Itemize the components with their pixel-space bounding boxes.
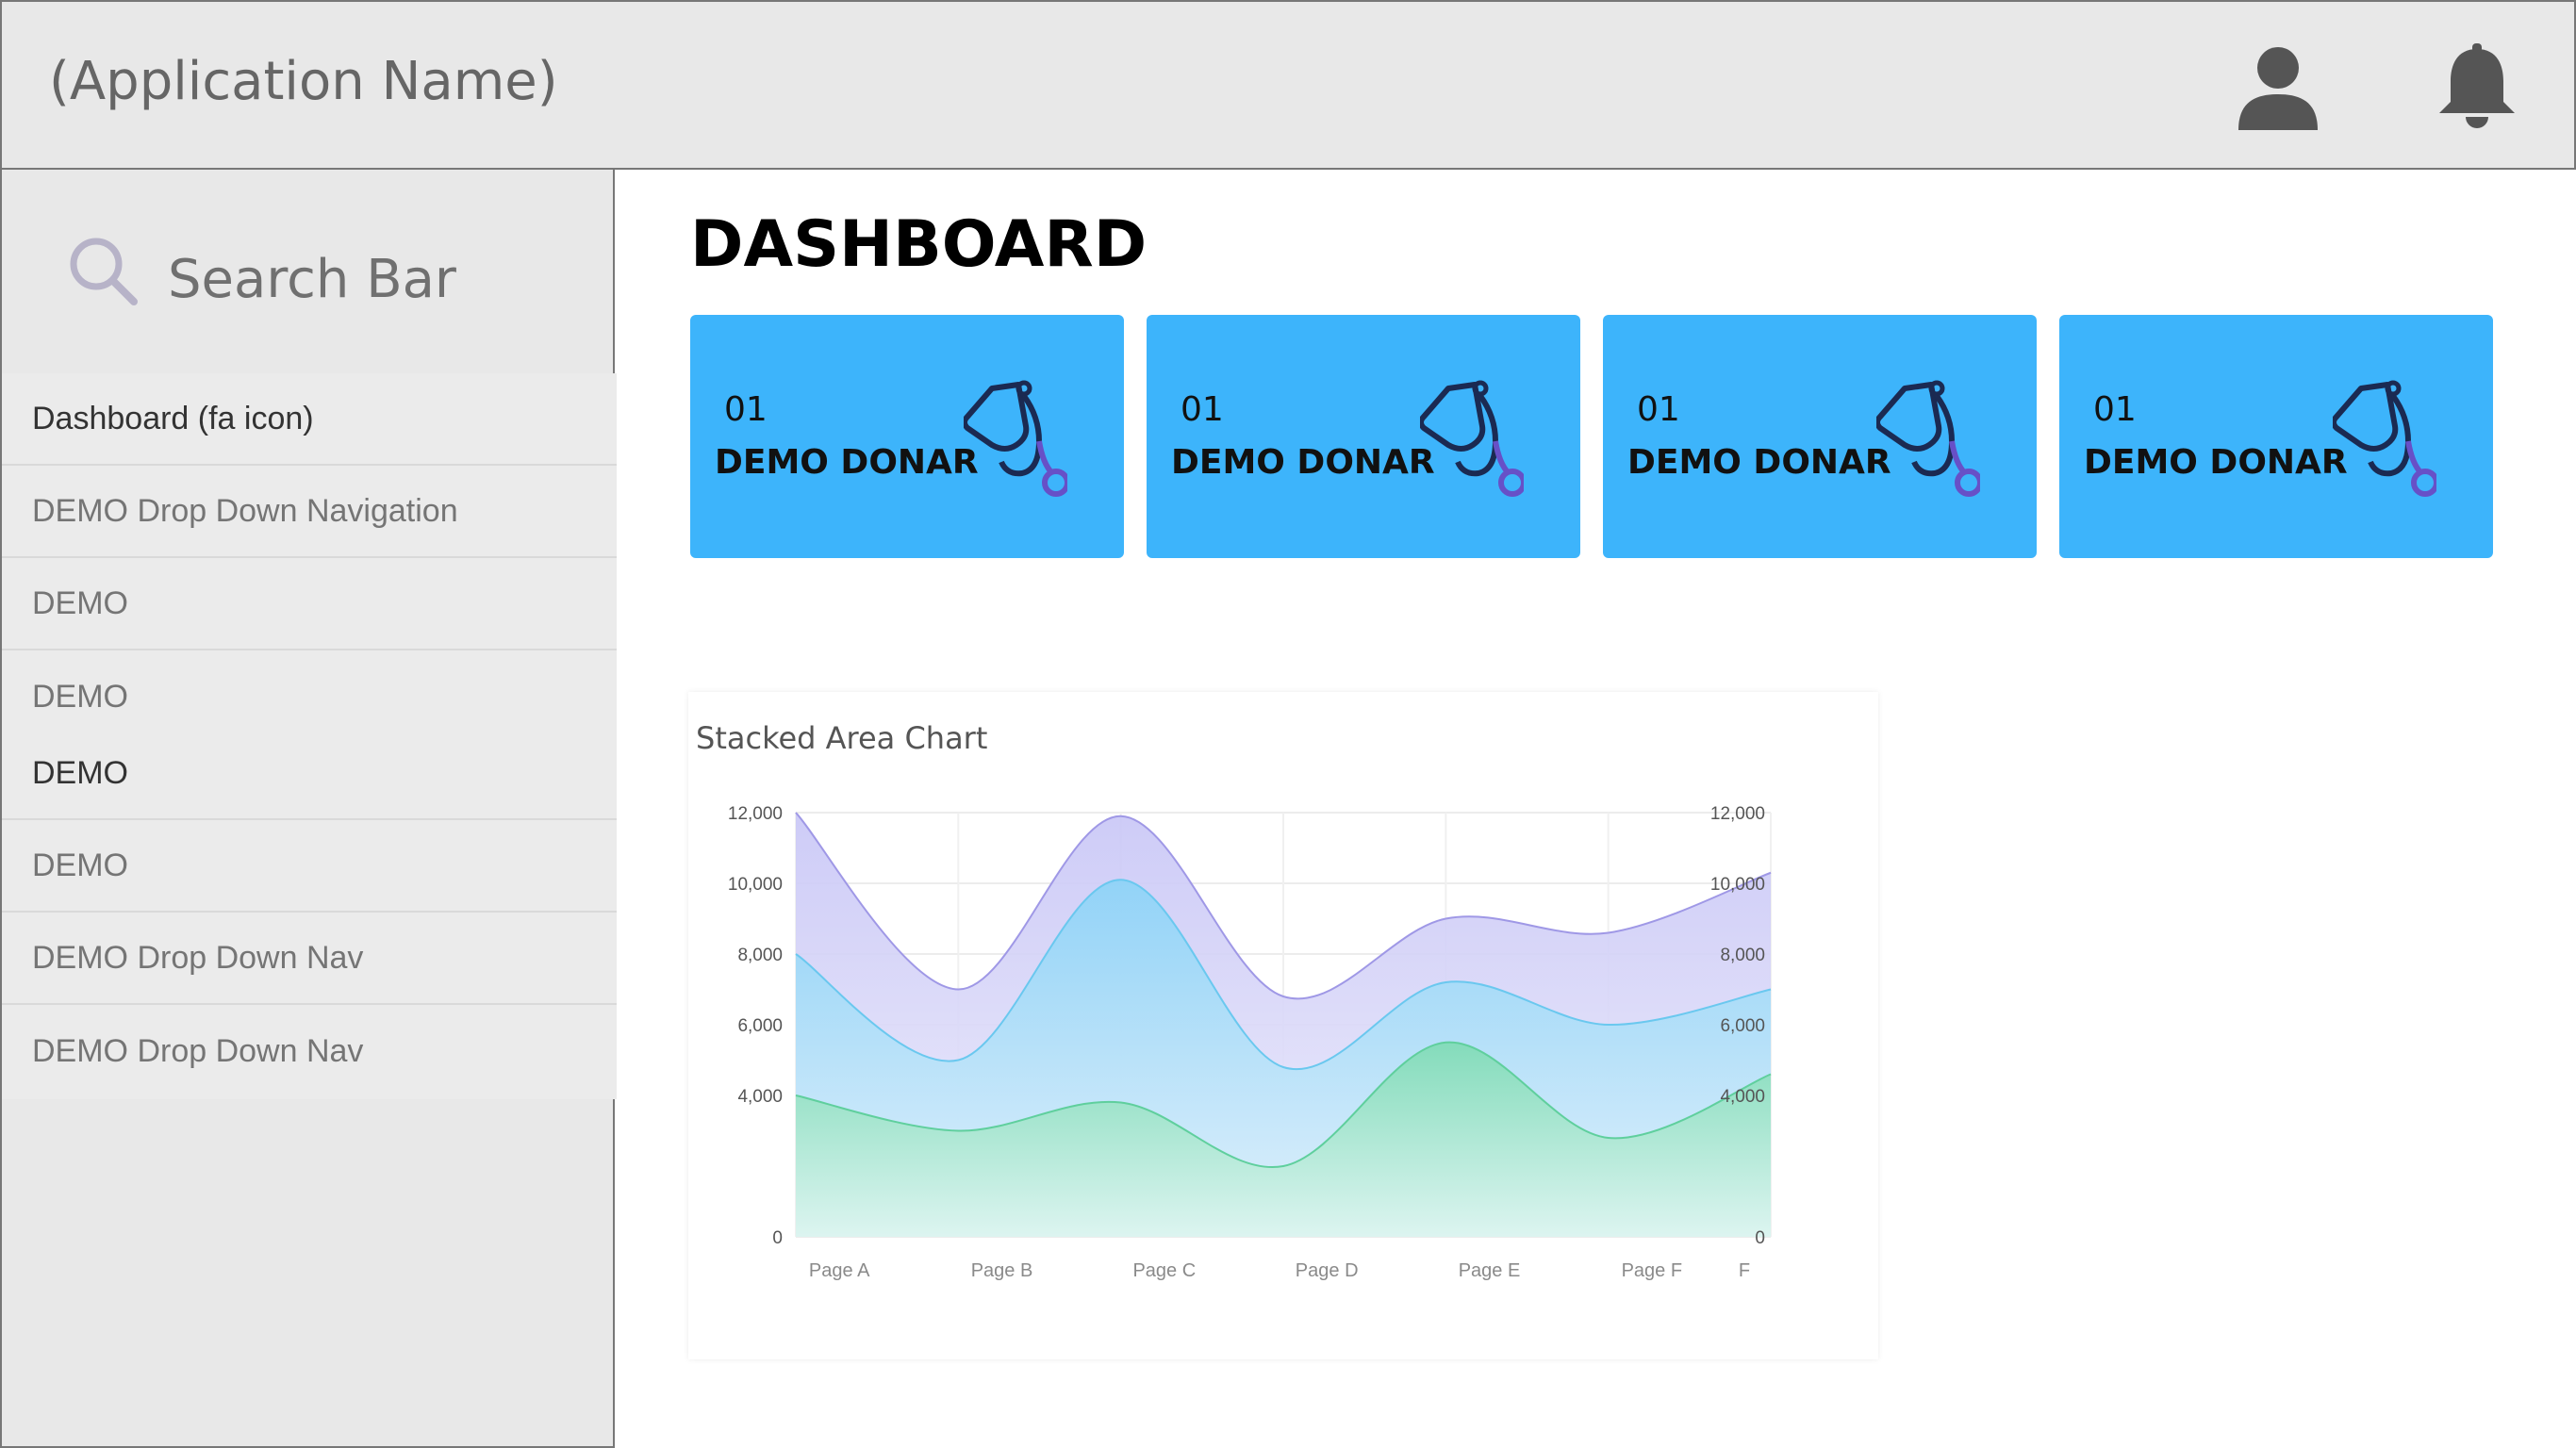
user-icon[interactable] [2231, 43, 2325, 130]
stat-card[interactable]: 01 DEMO DONAR [1147, 315, 1580, 558]
sidebar-nav: Dashboard (fa icon) DEMO Drop Down Navig… [2, 373, 617, 1099]
x-tick-label: F [1739, 1260, 1750, 1281]
y-tick-label: 12,000 [728, 804, 783, 824]
card-label: DEMO DONAR [2084, 443, 2348, 482]
y-tick-label: 6,000 [737, 1016, 783, 1036]
y-tick-label-right: 4,000 [1720, 1087, 1765, 1107]
sidebar-item-demo-drop-down-nav[interactable]: DEMO Drop Down Nav [2, 913, 617, 1005]
sidebar-item-demo-drop-down-navigation[interactable]: DEMO Drop Down Navigation [2, 466, 617, 558]
stethoscope-icon [2333, 380, 2436, 497]
chart-panel: Stacked Area Chart 0 0 4,000 4,000 6,000 6,00… [688, 692, 1878, 1359]
card-number: 01 [724, 390, 768, 429]
bell-icon[interactable] [2430, 43, 2524, 130]
x-tick-label: Page E [1459, 1260, 1521, 1281]
card-label: DEMO DONAR [1627, 443, 1891, 482]
search-bar[interactable]: Search Bar [68, 226, 596, 311]
app-name: (Application Name) [49, 51, 558, 112]
x-tick-label: Page A [809, 1260, 870, 1281]
stat-card[interactable]: 01 DEMO DONAR [690, 315, 1124, 558]
card-label: DEMO DONAR [1171, 443, 1435, 482]
stat-card[interactable]: 01 DEMO DONAR [2059, 315, 2493, 558]
stacked-area-chart: 0 0 4,000 4,000 6,000 6,000 8,000 8,000 10,000 10… [728, 804, 1772, 1281]
y-tick-label-right: 8,000 [1720, 946, 1765, 965]
search-icon [70, 238, 138, 305]
search-label: Search Bar [168, 249, 456, 310]
page-title: DASHBOARD [690, 207, 1148, 282]
y-tick-label: 10,000 [728, 875, 783, 895]
y-tick-label-right: 10,000 [1710, 875, 1765, 895]
card-label: DEMO DONAR [715, 443, 979, 482]
card-number: 01 [2093, 390, 2137, 429]
x-tick-label: Page B [971, 1260, 1033, 1281]
y-tick-label-right: 0 [1755, 1228, 1765, 1248]
sidebar-item-demo[interactable]: DEMO [2, 558, 617, 650]
sidebar: Search Bar Dashboard (fa icon) DEMO Drop… [0, 170, 617, 1448]
x-tick-label: Page C [1132, 1260, 1196, 1281]
sidebar-item-demo[interactable]: DEMO [2, 728, 617, 820]
card-number: 01 [1181, 390, 1224, 429]
y-tick-label: 8,000 [737, 946, 783, 965]
top-bar: (Application Name) [0, 0, 2576, 170]
card-number: 01 [1637, 390, 1680, 429]
stethoscope-icon [1420, 380, 1524, 497]
y-tick-label-right: 12,000 [1710, 804, 1765, 824]
x-tick-label: Page D [1296, 1260, 1359, 1281]
y-tick-label-right: 6,000 [1720, 1016, 1765, 1036]
stethoscope-icon [964, 380, 1067, 497]
x-tick-label: Page F [1622, 1260, 1682, 1281]
y-tick-label: 0 [772, 1228, 783, 1248]
y-tick-label: 4,000 [737, 1087, 783, 1107]
stethoscope-icon [1876, 380, 1980, 497]
stat-card[interactable]: 01 DEMO DONAR [1603, 315, 2037, 558]
sidebar-item-demo[interactable]: DEMO [2, 820, 617, 913]
sidebar-item-dashboard[interactable]: Dashboard (fa icon) [2, 373, 617, 466]
sidebar-item-demo-drop-down-nav[interactable]: DEMO Drop Down Nav [2, 1005, 617, 1097]
